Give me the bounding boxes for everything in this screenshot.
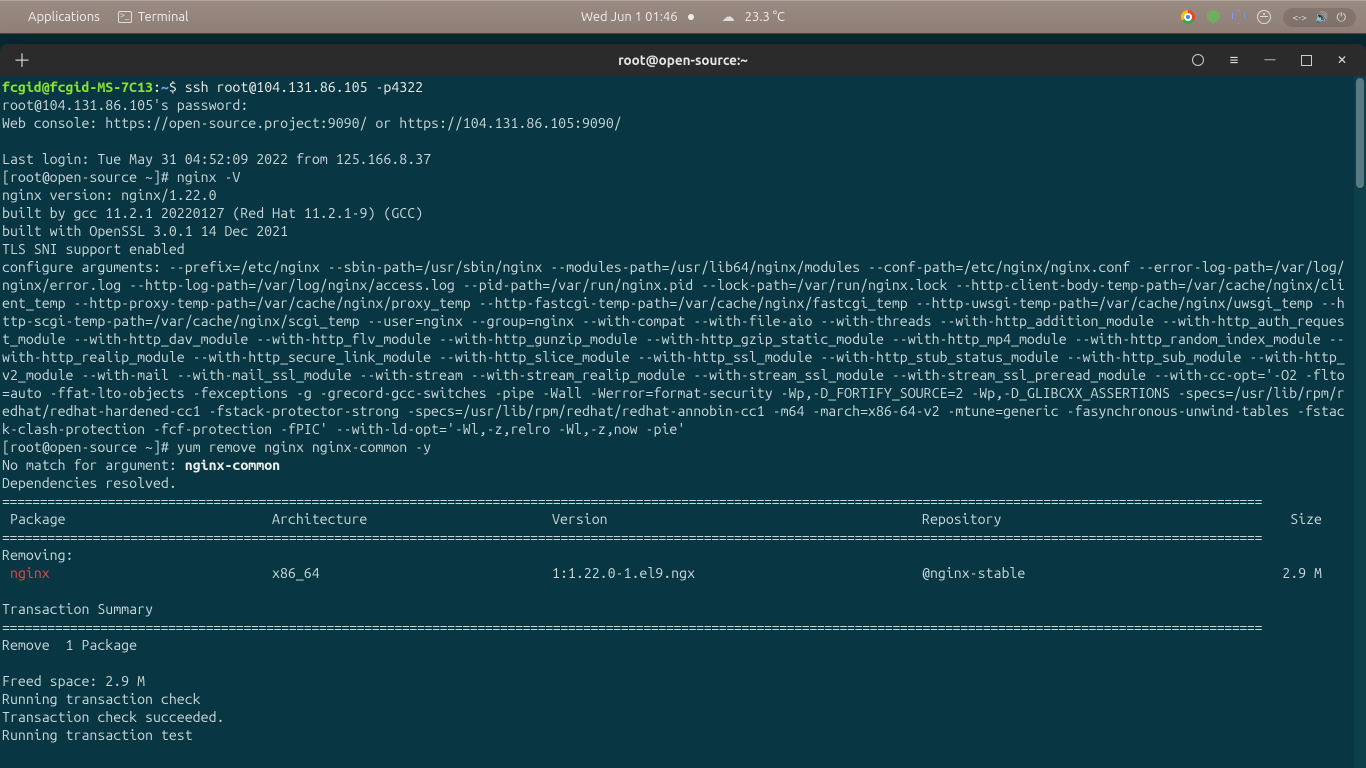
desktop-top-panel: Applications Terminal Wed Jun 1 01:46 23… bbox=[0, 0, 1366, 34]
active-app-label: Terminal bbox=[138, 10, 189, 24]
maximize-button[interactable] bbox=[1290, 47, 1322, 73]
running-check-line: Running transaction check bbox=[2, 691, 201, 707]
divider-bottom: ========================================… bbox=[2, 618, 1350, 636]
shield-green-icon[interactable] bbox=[1207, 10, 1220, 24]
configure-args-block: configure arguments: --prefix=/etc/nginx… bbox=[2, 259, 1345, 437]
hamburger-menu-button[interactable] bbox=[1218, 47, 1250, 73]
system-status-pill[interactable] bbox=[1283, 8, 1356, 27]
panel-center: Wed Jun 1 01:46 23.3 °C bbox=[581, 10, 785, 25]
header-size: Size bbox=[1262, 510, 1322, 528]
no-match-arg: nginx-common bbox=[185, 457, 280, 473]
header-package: Package bbox=[2, 510, 272, 528]
tls-sni-line: TLS SNI support enabled bbox=[2, 241, 185, 257]
terminal-output[interactable]: fcgid@fcgid-MS-7C13:~$ ssh root@104.131.… bbox=[0, 76, 1354, 768]
terminal-scrollbar[interactable] bbox=[1354, 76, 1366, 768]
pkg-version: 1:1.22.0-1.el9.ngx bbox=[552, 564, 922, 582]
header-arch: Architecture bbox=[272, 510, 552, 528]
table-header-row: PackageArchitectureVersionRepositorySize bbox=[2, 511, 1322, 527]
terminal-window: ＋ root@open-source:~ fcgid@fcgid-MS-7C13… bbox=[0, 44, 1366, 768]
pkg-size: 2.9 M bbox=[1262, 564, 1322, 582]
window-titlebar: ＋ root@open-source:~ bbox=[0, 44, 1366, 76]
freed-space-line: Freed space: 2.9 M bbox=[2, 673, 145, 689]
network-icon bbox=[1293, 10, 1307, 24]
notification-dot-icon bbox=[688, 14, 694, 20]
transaction-summary-label: Transaction Summary bbox=[2, 601, 153, 617]
panel-right bbox=[1181, 8, 1356, 27]
shield-outline-icon[interactable] bbox=[1232, 10, 1245, 24]
accessibility-icon[interactable] bbox=[1257, 10, 1271, 24]
panel-left: Applications Terminal bbox=[10, 10, 188, 24]
built-gcc-line: built by gcc 11.2.1 20220127 (Red Hat 11… bbox=[2, 205, 423, 221]
check-succeeded-line: Transaction check succeeded. bbox=[2, 709, 224, 725]
applications-menu[interactable]: Applications bbox=[28, 10, 100, 24]
prompt-sep: : bbox=[153, 79, 161, 95]
local-prompt-user: fcgid@fcgid-MS-7C13 bbox=[2, 79, 153, 95]
remote-prompt-2: [root@open-source ~]# bbox=[2, 439, 177, 455]
window-title: root@open-source:~ bbox=[618, 52, 748, 68]
nginx-version-line: nginx version: nginx/1.22.0 bbox=[2, 187, 217, 203]
cmd-nginx-v: nginx -V bbox=[177, 169, 241, 185]
password-prompt: root@104.131.86.105's password: bbox=[2, 97, 256, 113]
remove-count-line: Remove 1 Package bbox=[2, 637, 137, 653]
running-test-line: Running transaction test bbox=[2, 727, 193, 743]
local-prompt-path: ~ bbox=[161, 79, 169, 95]
scrollbar-thumb[interactable] bbox=[1356, 78, 1364, 188]
pkg-repo: @nginx-stable bbox=[922, 564, 1262, 582]
header-repo: Repository bbox=[922, 510, 1262, 528]
ssh-command: ssh root@104.131.86.105 -p4322 bbox=[185, 79, 423, 95]
package-row: nginxx86_641:1.22.0-1.el9.ngx@nginx-stab… bbox=[2, 565, 1322, 581]
active-app-indicator[interactable]: Terminal bbox=[118, 10, 189, 24]
divider-top: ========================================… bbox=[2, 492, 1350, 510]
remote-prompt-1: [root@open-source ~]# bbox=[2, 169, 177, 185]
power-icon bbox=[1337, 10, 1347, 25]
weather-cloud-icon bbox=[722, 10, 735, 25]
no-match-line: No match for argument: bbox=[2, 457, 185, 473]
pkg-arch: x86_64 bbox=[272, 564, 552, 582]
weather-temperature[interactable]: 23.3 °C bbox=[745, 10, 785, 24]
chrome-icon[interactable] bbox=[1181, 10, 1195, 24]
removing-label: Removing: bbox=[2, 547, 74, 563]
terminal-icon bbox=[118, 11, 132, 23]
minimize-button[interactable] bbox=[1254, 47, 1286, 73]
search-button[interactable] bbox=[1182, 47, 1214, 73]
clock-datetime[interactable]: Wed Jun 1 01:46 bbox=[581, 10, 678, 24]
deps-resolved-line: Dependencies resolved. bbox=[2, 475, 177, 491]
cmd-yum-remove: yum remove nginx nginx-common -y bbox=[177, 439, 431, 455]
prompt-suffix: $ bbox=[169, 79, 185, 95]
pkg-name: nginx bbox=[2, 564, 272, 582]
volume-icon bbox=[1315, 10, 1329, 24]
built-openssl-line: built with OpenSSL 3.0.1 14 Dec 2021 bbox=[2, 223, 288, 239]
web-console-line: Web console: https://open-source.project… bbox=[2, 115, 622, 131]
header-version: Version bbox=[552, 510, 922, 528]
close-button[interactable] bbox=[1326, 47, 1358, 73]
last-login-line: Last login: Tue May 31 04:52:09 2022 fro… bbox=[2, 151, 431, 167]
new-tab-button[interactable]: ＋ bbox=[8, 48, 36, 72]
divider-mid: ========================================… bbox=[2, 528, 1350, 546]
